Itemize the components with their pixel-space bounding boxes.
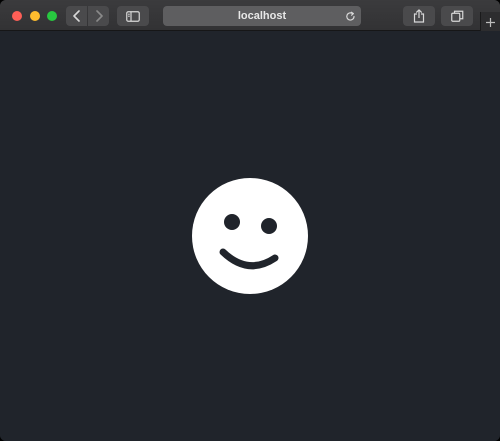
minimize-window-button[interactable] <box>30 11 40 21</box>
close-window-button[interactable] <box>12 11 22 21</box>
smiley-face-icon <box>192 178 308 294</box>
sidebar-toggle-button[interactable] <box>117 6 149 26</box>
reload-button[interactable] <box>343 9 357 23</box>
new-tab-button[interactable] <box>480 12 500 32</box>
forward-button[interactable] <box>88 6 109 26</box>
back-button[interactable] <box>66 6 87 26</box>
chevron-left-icon <box>72 10 80 22</box>
url-text: localhost <box>237 10 287 22</box>
sidebar-icon <box>126 10 140 22</box>
face-circle <box>192 178 308 294</box>
tab-overview-button[interactable] <box>441 6 473 26</box>
address-bar[interactable]: localhost <box>163 6 361 26</box>
browser-window: localhost <box>0 0 500 441</box>
page-content <box>0 31 500 441</box>
browser-toolbar: localhost <box>0 0 500 32</box>
chevron-right-icon <box>95 10 103 22</box>
tabs-overview-icon <box>450 10 463 22</box>
right-eye <box>261 218 277 234</box>
plus-icon <box>486 17 495 27</box>
share-icon <box>413 9 425 23</box>
zoom-window-button[interactable] <box>47 11 57 21</box>
reload-icon <box>345 11 355 21</box>
left-eye <box>224 214 240 230</box>
share-button[interactable] <box>403 6 435 26</box>
